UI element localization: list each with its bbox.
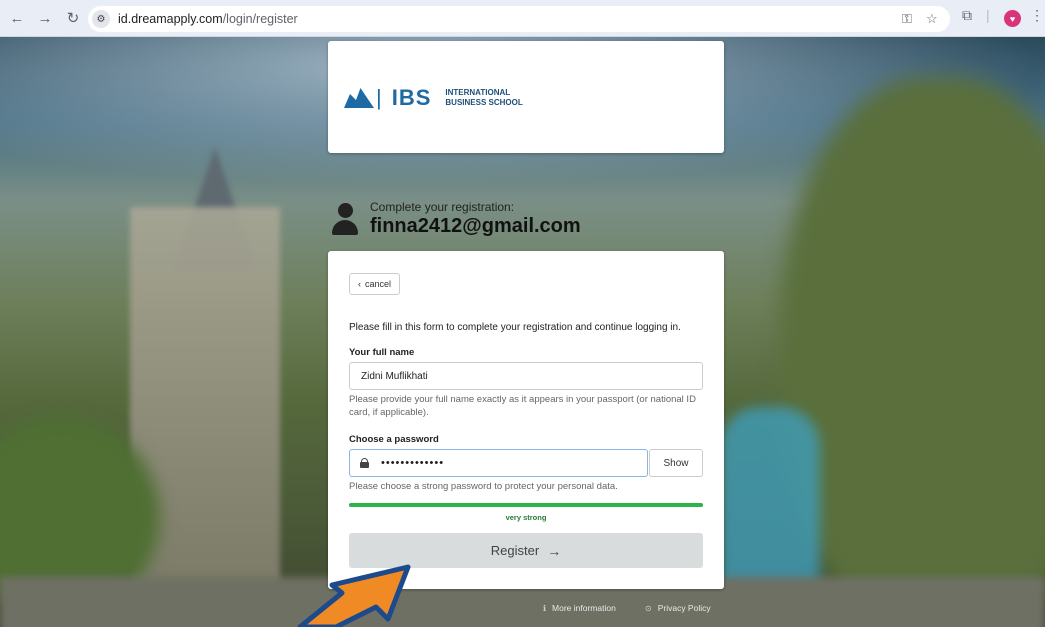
cancel-button[interactable]: ‹ cancel [349, 273, 400, 295]
extensions-icon[interactable]: ⧉ [962, 7, 972, 24]
address-bar[interactable]: ⚙ id.dreamapply.com/login/register ⚿ ☆ [88, 6, 950, 32]
password-label: Choose a password [349, 434, 439, 445]
user-email: finna2412@gmail.com [370, 215, 581, 237]
back-icon[interactable]: ← [6, 7, 28, 29]
reload-icon[interactable]: ↻ [62, 7, 84, 29]
form-intro: Please fill in this form to complete you… [349, 322, 681, 333]
ibs-logo: | IBS INTERNATIONAL BUSINESS SCHOOL [344, 85, 523, 111]
logo-card: | IBS INTERNATIONAL BUSINESS SCHOOL [328, 41, 724, 153]
toolbar-divider: | [986, 7, 990, 23]
logo-line1: INTERNATIONAL [445, 88, 511, 97]
full-name-label: Your full name [349, 347, 415, 358]
shield-icon: ⊙ [645, 603, 652, 613]
forward-icon[interactable]: → [34, 7, 56, 29]
key-icon[interactable]: ⚿ [902, 11, 912, 27]
user-heading: Complete your registration: finna2412@gm… [332, 200, 581, 238]
kebab-menu-icon[interactable]: ⋮ [1030, 7, 1044, 24]
logo-line2: BUSINESS SCHOOL [445, 98, 523, 107]
profile-avatar-icon[interactable]: ♥ [1004, 10, 1021, 27]
full-name-help: Please provide your full name exactly as… [349, 394, 696, 418]
user-icon [332, 200, 358, 235]
registration-form: ‹ cancel Please fill in this form to com… [328, 251, 724, 589]
star-icon[interactable]: ☆ [926, 11, 938, 27]
password-strength-fill [349, 503, 703, 507]
info-icon: ℹ [543, 603, 547, 613]
password-strength-bar [349, 503, 703, 507]
arrow-right-icon: → [547, 542, 562, 559]
site-info-icon[interactable]: ⚙ [92, 10, 110, 28]
password-strength-label: very strong [505, 513, 547, 522]
registration-subtitle: Complete your registration: [370, 200, 515, 214]
lock-icon [360, 458, 369, 468]
tree-logo-icon [344, 88, 374, 108]
chevron-left-icon: ‹ [357, 279, 361, 289]
browser-toolbar: ← → ↻ ⚙ id.dreamapply.com/login/register… [0, 0, 1045, 37]
privacy-policy-link[interactable]: ⊙ Privacy Policy [645, 603, 711, 613]
show-password-button[interactable]: Show [649, 449, 703, 477]
password-input[interactable]: ••••••••••••• [349, 449, 648, 477]
logo-brand: IBS [391, 85, 432, 110]
annotation-arrow [297, 564, 411, 627]
full-name-input[interactable]: Zidni Muflikhati [349, 362, 703, 390]
url-text: id.dreamapply.com/login/register [118, 12, 298, 26]
more-information-link[interactable]: ℹ More information [543, 603, 616, 613]
password-help: Please choose a strong password to prote… [349, 481, 618, 492]
